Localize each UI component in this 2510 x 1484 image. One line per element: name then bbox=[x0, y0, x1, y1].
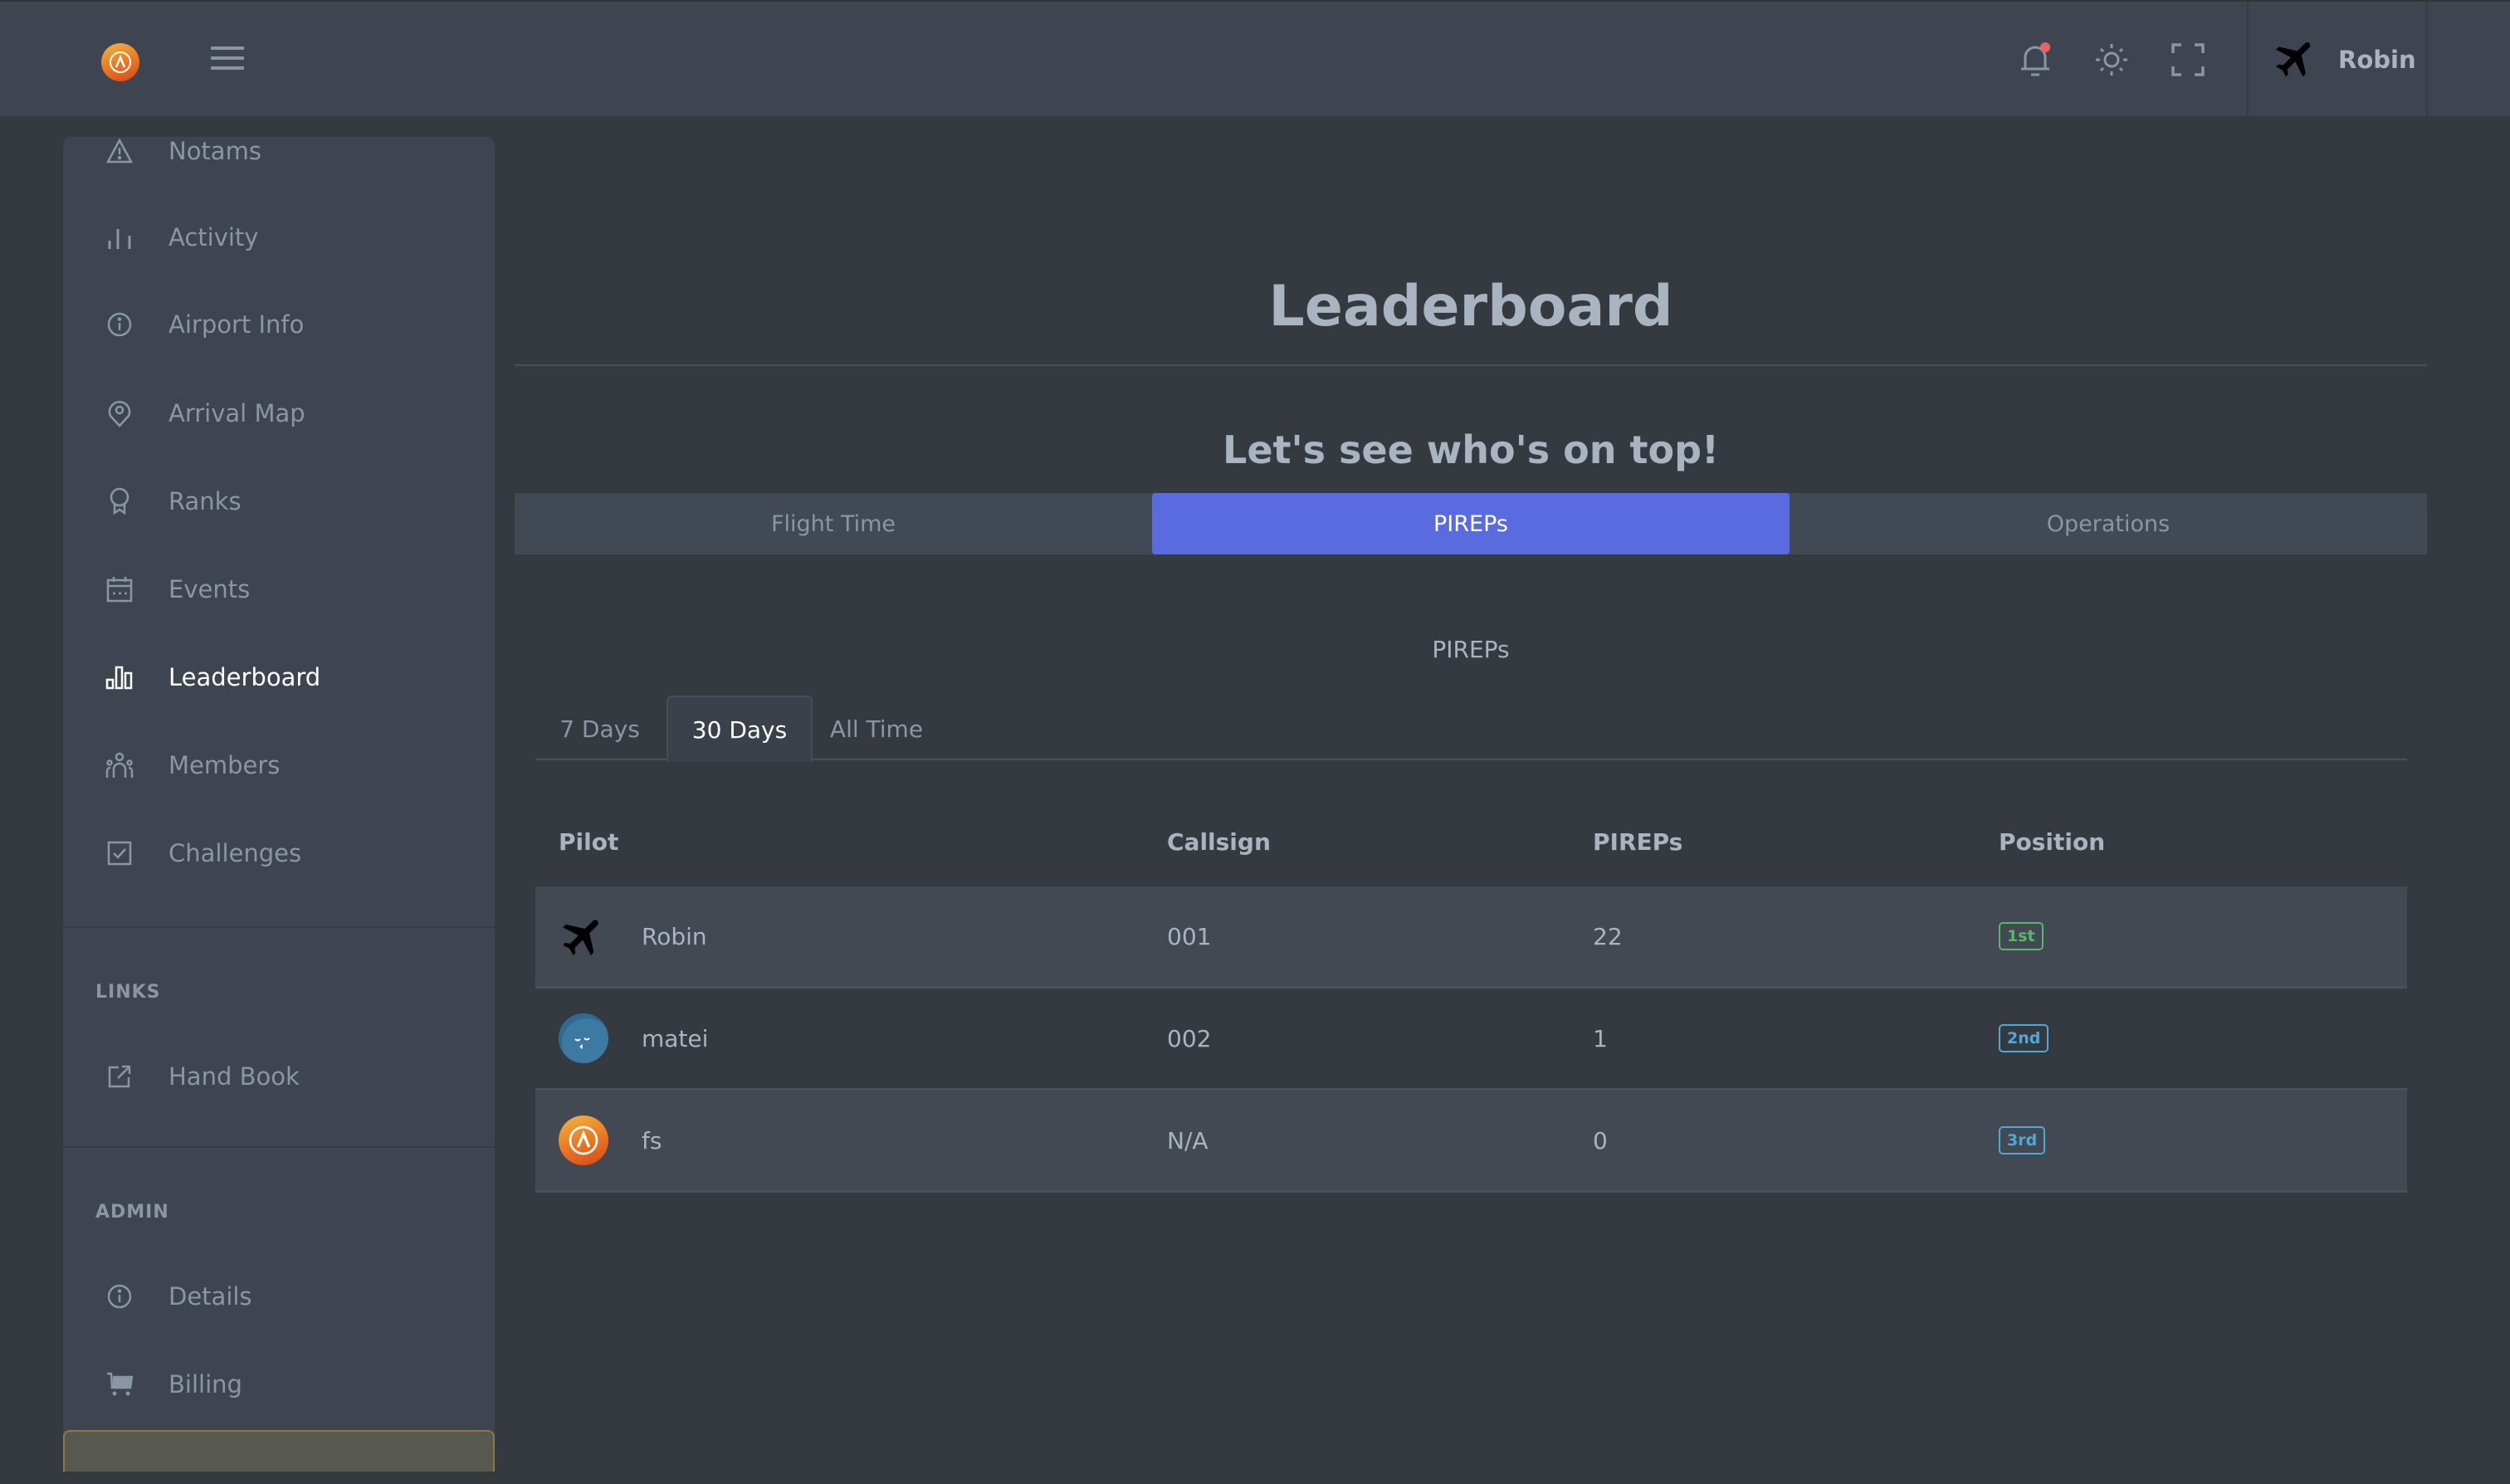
links-section-label: LINKS bbox=[95, 982, 161, 1003]
tab-30-days[interactable]: 30 Days bbox=[667, 696, 813, 762]
sun-icon[interactable] bbox=[2092, 40, 2132, 80]
column-header-callsign[interactable]: Callsign bbox=[1167, 828, 1271, 856]
sidebar-item-ranks[interactable]: Ranks bbox=[63, 464, 495, 539]
table-header: Pilot Callsign PIREPs Position bbox=[535, 805, 2407, 886]
tab-operations[interactable]: Operations bbox=[1790, 493, 2427, 554]
callsign: 002 bbox=[1167, 1024, 1212, 1052]
cart-icon bbox=[105, 1369, 134, 1399]
sidebar-item-leaderboard[interactable]: Leaderboard bbox=[63, 640, 495, 715]
position-badge: 2nd bbox=[1999, 1024, 2049, 1052]
sidebar-item-events[interactable]: Events bbox=[63, 552, 495, 627]
column-header-pilot[interactable]: Pilot bbox=[559, 828, 618, 856]
table-row[interactable]: matei 002 1 2nd bbox=[535, 989, 2407, 1091]
top-bar: Robin bbox=[0, 0, 2510, 118]
user-menu[interactable]: Robin bbox=[2247, 2, 2428, 118]
sidebar-item-airport-info[interactable]: Airport Info bbox=[63, 287, 495, 362]
sidebar-footer-banner[interactable] bbox=[63, 1430, 495, 1472]
leaderboard-table: Pilot Callsign PIREPs Position Robin 001… bbox=[535, 805, 2407, 1193]
page-subtitle: Let's see who's on top! bbox=[1223, 427, 1719, 472]
period-tabs: 7 Days 30 Days All Time bbox=[535, 696, 2407, 762]
sidebar-item-notams[interactable]: Notams bbox=[63, 114, 495, 188]
callsign: 001 bbox=[1167, 922, 1212, 950]
airplane-avatar bbox=[559, 911, 608, 961]
airplane-icon bbox=[2272, 34, 2320, 85]
pilot-name[interactable]: matei bbox=[642, 989, 708, 1088]
brand-logo-avatar bbox=[559, 1115, 608, 1165]
bar-chart-icon bbox=[105, 222, 134, 252]
tab-7-days[interactable]: 7 Days bbox=[535, 696, 664, 762]
category-tabs: Flight Time PIREPs Operations bbox=[515, 493, 2427, 554]
sidebar-item-hand-book[interactable]: Hand Book bbox=[63, 1039, 495, 1114]
pilot-name[interactable]: Robin bbox=[642, 886, 707, 986]
title-divider bbox=[515, 364, 2427, 366]
pireps-count: 1 bbox=[1593, 1024, 1608, 1052]
leaderboard-icon bbox=[105, 662, 134, 692]
position-badge: 3rd bbox=[1999, 1126, 2046, 1154]
tab-flight-time[interactable]: Flight Time bbox=[515, 493, 1152, 554]
info-icon bbox=[105, 1281, 134, 1311]
calendar-icon bbox=[105, 574, 134, 604]
info-icon bbox=[105, 310, 134, 339]
sidebar-item-details[interactable]: Details bbox=[63, 1259, 495, 1334]
sidebar-item-arrival-map[interactable]: Arrival Map bbox=[63, 376, 495, 451]
table-row[interactable]: Robin 001 22 1st bbox=[535, 886, 2407, 989]
warning-icon bbox=[105, 136, 134, 166]
tab-pireps[interactable]: PIREPs bbox=[1152, 493, 1790, 554]
hamburger-icon[interactable] bbox=[211, 46, 244, 73]
pireps-count: 0 bbox=[1593, 1126, 1608, 1154]
admin-section-label: ADMIN bbox=[95, 1202, 169, 1223]
tab-all-time[interactable]: All Time bbox=[814, 696, 939, 762]
user-name: Robin bbox=[2338, 46, 2416, 74]
column-header-pireps[interactable]: PIREPs bbox=[1593, 828, 1682, 856]
column-header-position[interactable]: Position bbox=[1999, 828, 2105, 856]
sidebar-divider bbox=[63, 1146, 495, 1148]
pireps-count: 22 bbox=[1593, 922, 1623, 950]
external-link-icon bbox=[105, 1062, 134, 1091]
sidebar: Notams Activity Airport Info Arrival Map… bbox=[63, 137, 495, 1472]
table-row[interactable]: fs N/A 0 3rd bbox=[535, 1091, 2407, 1193]
sidebar-item-billing[interactable]: Billing bbox=[63, 1347, 495, 1422]
map-pin-icon bbox=[105, 398, 134, 428]
sidebar-divider bbox=[63, 926, 495, 928]
section-heading: PIREPs bbox=[1432, 636, 1510, 663]
position-badge: 1st bbox=[1999, 922, 2044, 950]
sidebar-item-activity[interactable]: Activity bbox=[63, 200, 495, 275]
callsign: N/A bbox=[1167, 1126, 1209, 1154]
award-icon bbox=[105, 486, 134, 516]
pilot-name[interactable]: fs bbox=[642, 1091, 662, 1190]
blue-face-avatar bbox=[559, 1013, 608, 1063]
sidebar-item-members[interactable]: Members bbox=[63, 728, 495, 803]
brand-logo-icon[interactable] bbox=[101, 43, 139, 81]
notification-dot bbox=[2040, 42, 2050, 52]
users-icon bbox=[105, 750, 134, 780]
sidebar-item-challenges[interactable]: Challenges bbox=[63, 816, 495, 891]
fullscreen-icon[interactable] bbox=[2168, 40, 2208, 80]
bell-icon[interactable] bbox=[2015, 40, 2055, 80]
page-title: Leaderboard bbox=[1268, 274, 1673, 339]
checkbox-icon bbox=[105, 838, 134, 868]
